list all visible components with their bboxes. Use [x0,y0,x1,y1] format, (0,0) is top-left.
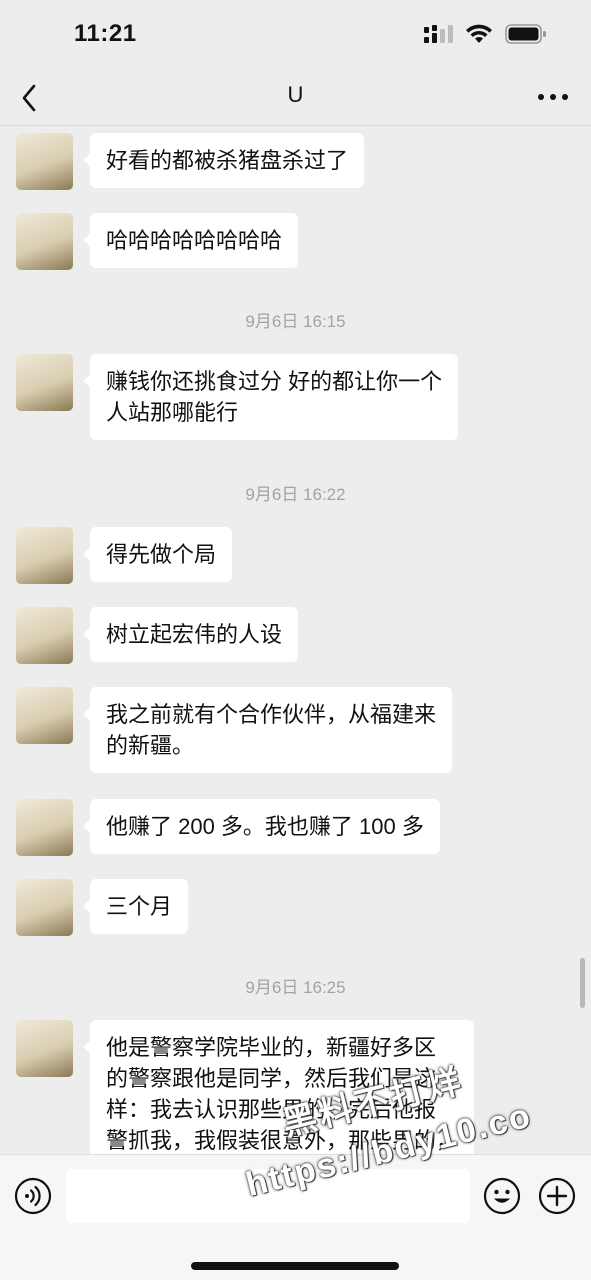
message-timestamp: 9月6日 16:22 [245,485,346,504]
home-indicator[interactable] [191,1262,399,1270]
message-bubble[interactable]: 树立起宏伟的人设 [82,607,299,662]
message-bubble[interactable]: 赚钱你还挑食过分 好的都让你一个 人站那哪能行 [82,354,459,440]
contact-avatar[interactable] [16,133,73,190]
chat-header: U [0,70,591,126]
ellipsis-icon [535,94,571,116]
message-bubble[interactable]: 他赚了 200 多。我也赚了 100 多 [83,799,440,854]
message-bubble[interactable]: 好看的都被杀猪盘杀过了 [82,133,365,188]
message-bubble[interactable]: 他是警察学院毕业的，新疆好多区 的警察跟他是同学，然后我们是这 样：我去认识那些… [82,1020,475,1154]
message-row: 三个月 [16,879,189,936]
contact-avatar[interactable] [16,354,73,411]
battery-icon [505,23,547,50]
message-timestamp: 9月6日 16:25 [245,978,346,997]
chat-message-list[interactable]: 好看的都被杀猪盘杀过了 哈哈哈哈哈哈哈哈 9月6日 16:15 赚钱你还挑食过分… [0,126,591,1154]
message-bubble[interactable]: 三个月 [82,879,189,934]
message-bubble[interactable]: 得先做个局 [82,527,233,582]
plus-icon [538,1177,576,1219]
status-icons [423,23,547,50]
message-row: 他赚了 200 多。我也赚了 100 多 [16,799,440,856]
contact-avatar[interactable] [16,213,73,270]
cellular-signal-icon [423,24,453,49]
emoji-button[interactable] [483,1177,521,1215]
status-bar: 11:21 [0,0,591,70]
contact-avatar[interactable] [16,879,73,936]
message-row: 树立起宏伟的人设 [16,607,299,664]
emoji-icon [483,1177,521,1219]
contact-avatar[interactable] [16,527,73,584]
message-row: 我之前就有个合作伙伴，从福建来 的新疆。 [16,687,453,773]
message-row: 赚钱你还挑食过分 好的都让你一个 人站那哪能行 [16,354,459,440]
chat-title: U [287,82,304,107]
message-timestamp: 9月6日 16:15 [245,312,346,331]
more-functions-button[interactable] [538,1177,576,1215]
chat-scrollbar[interactable] [580,958,585,1008]
message-bubble[interactable]: 我之前就有个合作伙伴，从福建来 的新疆。 [82,687,453,773]
contact-avatar[interactable] [16,687,73,744]
message-text-input[interactable] [66,1169,470,1223]
contact-avatar[interactable] [16,799,73,856]
message-row: 哈哈哈哈哈哈哈哈 [16,213,299,270]
contact-avatar[interactable] [16,607,73,664]
wifi-icon [465,24,493,49]
voice-button[interactable] [14,1177,52,1215]
voice-icon [14,1177,52,1219]
contact-avatar[interactable] [16,1020,73,1077]
status-time: 11:21 [74,20,137,47]
more-button[interactable] [535,82,571,112]
message-row: 好看的都被杀猪盘杀过了 [16,133,365,190]
message-bubble[interactable]: 哈哈哈哈哈哈哈哈 [82,213,299,268]
message-row: 他是警察学院毕业的，新疆好多区 的警察跟他是同学，然后我们是这 样：我去认识那些… [16,1020,475,1154]
message-row: 得先做个局 [16,527,233,584]
